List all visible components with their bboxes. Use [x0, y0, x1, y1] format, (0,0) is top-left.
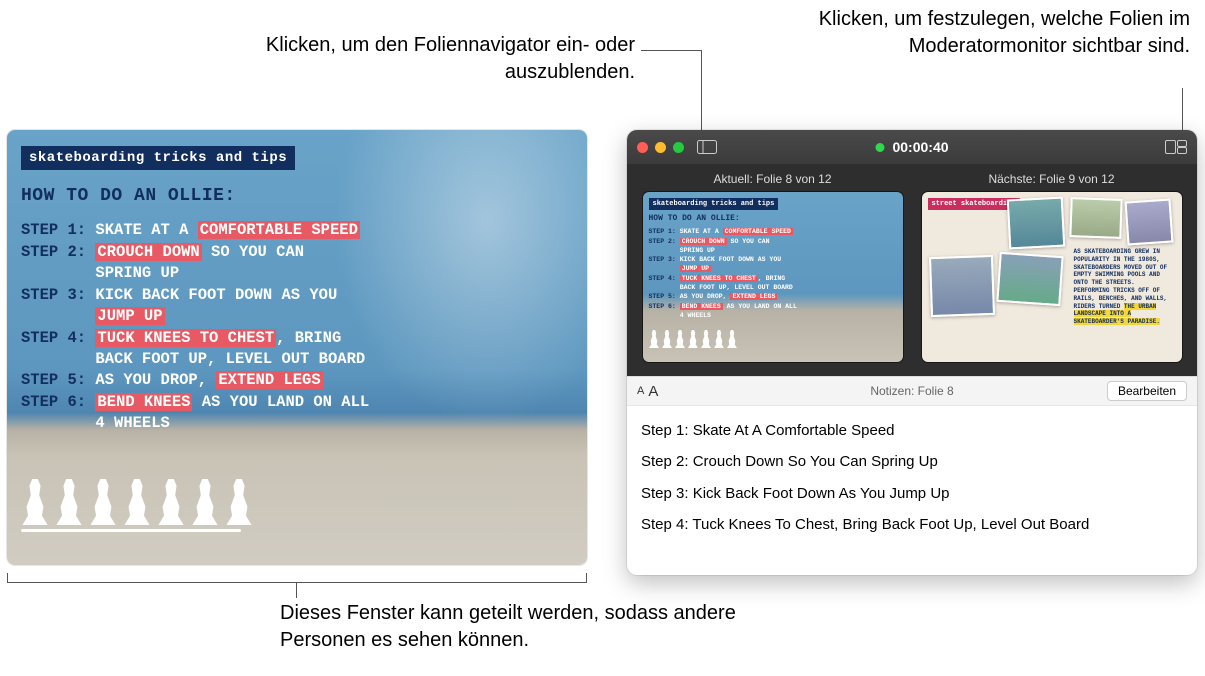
note-line: Step 3: Kick Back Foot Down As You Jump … — [641, 479, 1183, 508]
current-slide-col: Aktuell: Folie 8 von 12 skateboarding tr… — [641, 172, 904, 362]
current-slide-thumb[interactable]: skateboarding tricks and tips HOW TO DO … — [643, 192, 903, 362]
next-thumb-text: AS SKATEBOARDING GREW IN POPULARITY IN T… — [1074, 248, 1174, 326]
font-decrease-icon[interactable]: A — [637, 385, 644, 397]
note-line: Step 2: Crouch Down So You Can Spring Up — [641, 447, 1183, 476]
timer-status-icon — [875, 143, 884, 152]
slide-navigator-toggle-icon[interactable] — [696, 138, 718, 156]
timer-value: 00:00:40 — [892, 139, 948, 155]
notes-title: Notizen: Folie 8 — [870, 384, 953, 398]
thumb-steps: STEP 1: SKATE AT A COMFORTABLE SPEEDSTEP… — [649, 228, 799, 322]
note-line: Step 1: Skate At A Comfortable Speed — [641, 416, 1183, 445]
callout-share: Dieses Fenster kann geteilt werden, soda… — [280, 600, 760, 654]
next-slide-label: Nächste: Folie 9 von 12 — [988, 172, 1114, 186]
window-controls[interactable] — [637, 142, 684, 153]
main-slide-preview: skateboarding tricks and tips HOW TO DO … — [7, 130, 587, 565]
presenter-timer: 00:00:40 — [875, 139, 948, 155]
callout-navigator: Klicken, um den Foliennavigator ein- ode… — [245, 32, 635, 86]
next-slide-col: Nächste: Folie 9 von 12 street skateboar… — [920, 172, 1183, 362]
bracket-stem — [296, 583, 297, 598]
preview-row: Aktuell: Folie 8 von 12 skateboarding tr… — [627, 164, 1197, 376]
notes-body[interactable]: Step 1: Skate At A Comfortable SpeedStep… — [627, 406, 1197, 575]
next-thumb-badge: street skateboarding — [928, 198, 1020, 210]
callout-line — [641, 50, 701, 51]
close-icon[interactable] — [637, 142, 648, 153]
font-increase-icon[interactable]: A — [648, 383, 658, 400]
presenter-window: 00:00:40 Aktuell: Folie 8 von 12 skatebo… — [627, 130, 1197, 575]
thumb-badge: skateboarding tricks and tips — [649, 198, 779, 210]
minimize-icon[interactable] — [655, 142, 666, 153]
callout-line — [701, 50, 702, 130]
silhouette-line — [21, 529, 241, 532]
current-slide-label: Aktuell: Folie 8 von 12 — [713, 172, 831, 186]
slide-title: HOW TO DO AN OLLIE: — [21, 186, 236, 206]
photo-collage: street skateboarding AS SKATEBOARDING GR… — [922, 192, 1182, 362]
note-line: Step 4: Tuck Knees To Chest, Bring Back … — [641, 510, 1183, 539]
callout-line — [1182, 88, 1183, 130]
slide-steps: STEP 1: SKATE AT A COMFORTABLE SPEEDSTEP… — [21, 220, 369, 435]
zoom-icon[interactable] — [673, 142, 684, 153]
presenter-layout-icon[interactable] — [1165, 138, 1187, 156]
next-slide-thumb[interactable]: street skateboarding AS SKATEBOARDING GR… — [922, 192, 1182, 362]
callout-layout: Klicken, um festzulegen, welche Folien i… — [790, 6, 1190, 60]
edit-button[interactable]: Bearbeiten — [1107, 381, 1187, 401]
silhouette-row — [21, 479, 253, 525]
bracket — [7, 573, 587, 583]
notes-toolbar: A A Notizen: Folie 8 Bearbeiten — [627, 376, 1197, 406]
titlebar: 00:00:40 — [627, 130, 1197, 164]
thumb-silhouettes — [649, 330, 738, 348]
thumb-title: HOW TO DO AN OLLIE: — [649, 214, 740, 223]
slide-badge: skateboarding tricks and tips — [21, 146, 295, 170]
